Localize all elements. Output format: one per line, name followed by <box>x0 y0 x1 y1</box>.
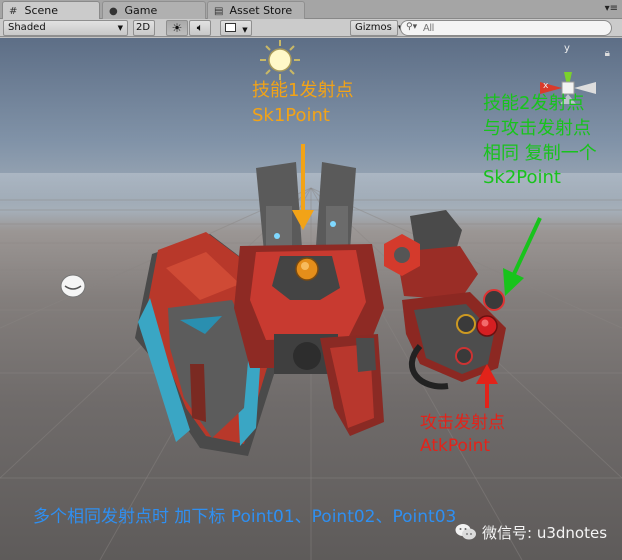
shopping-bag-icon: ▤ <box>214 6 224 17</box>
lock-icon[interactable]: 🔒︎ <box>605 48 610 59</box>
atk-annotation-line1: 攻击发射点 <box>420 413 505 433</box>
chevron-down-icon: ▼ <box>117 24 123 32</box>
tab-scene[interactable]: # Scene <box>2 1 100 19</box>
watermark-text: 微信号: u3dnotes <box>482 523 608 542</box>
draw-mode-label: Shaded <box>8 22 46 33</box>
search-icon: ⚲▾ <box>406 22 418 32</box>
wechat-watermark: 微信号: u3dnotes <box>455 521 607 543</box>
atk-annotation-line2: AtkPoint <box>420 436 491 457</box>
sk2-arrow <box>503 217 542 296</box>
scene-toolbar: Shaded ▼ 2D ☀ 🔈︎ ▼ Gizmos ▼ ⚲▾ <box>0 19 622 37</box>
camera-gizmo <box>60 274 86 298</box>
scene-viewport[interactable]: 🔒︎ y x 技能1发射点 Sk1Point 技能2发射点 与攻击发射点 相同 … <box>0 38 622 560</box>
sk1-annotation: 技能1发射点 Sk1Point <box>252 79 353 129</box>
tab-scene-label: Scene <box>24 4 59 17</box>
gizmos-dropdown[interactable]: Gizmos ▼ <box>350 20 403 36</box>
image-icon <box>225 23 236 32</box>
sk1-annotation-line1: 技能1发射点 <box>252 80 354 101</box>
wechat-icon <box>455 524 476 540</box>
sun-icon: ☀ <box>171 21 183 35</box>
scene-audio-button[interactable]: 🔈︎ <box>189 20 211 36</box>
tab-game-label: Game <box>124 4 158 17</box>
tab-asset-store[interactable]: ▤ Asset Store <box>207 1 305 19</box>
sk2-annotation: 技能2发射点 与攻击发射点 相同 复制一个 Sk2Point <box>483 92 597 191</box>
hierarchy-search[interactable]: ⚲▾ <box>400 20 612 36</box>
robot-cannon-arm <box>384 210 506 390</box>
bottom-note: 多个相同发射点时 加下标 Point01、Point02、Point03 <box>33 507 457 527</box>
toggle-2d-label: 2D <box>136 22 151 33</box>
scene-grid-icon: # <box>9 6 18 17</box>
gizmos-label: Gizmos <box>355 22 392 33</box>
window-menu-icon[interactable]: ▾≡ <box>605 3 618 14</box>
sk2-annotation-line3: 相同 复制一个 <box>483 142 597 164</box>
directional-light-gizmo <box>260 40 300 80</box>
editor-tab-bar: # Scene ● Game ▤ Asset Store ▾≡ <box>0 0 622 19</box>
speaker-icon: 🔈︎ <box>196 21 204 34</box>
atk-annotation: 攻击发射点 AtkPoint <box>420 412 505 459</box>
search-input[interactable] <box>423 21 608 35</box>
gizmo-axis-y-label[interactable]: y <box>564 42 570 56</box>
game-pacman-icon: ● <box>109 6 118 17</box>
sk2-annotation-line2: 与攻击发射点 <box>483 117 591 139</box>
toggle-2d-button[interactable]: 2D <box>133 20 155 36</box>
sk2-annotation-line4: Sk2Point <box>483 167 561 189</box>
tab-asset-store-label: Asset Store <box>229 4 293 17</box>
chevron-down-icon: ▼ <box>242 26 248 34</box>
sk1-annotation-line2: Sk1Point <box>252 104 330 126</box>
sk2-annotation-line1: 技能2发射点 <box>483 93 585 114</box>
tab-game[interactable]: ● Game <box>102 1 206 19</box>
draw-mode-dropdown[interactable]: Shaded ▼ <box>3 20 128 36</box>
gizmo-axis-x-label[interactable]: x <box>543 80 548 92</box>
atk-point-sphere <box>476 315 498 337</box>
scene-effects-dropdown[interactable]: ▼ <box>220 20 252 36</box>
scene-lighting-button[interactable]: ☀ <box>166 20 188 36</box>
